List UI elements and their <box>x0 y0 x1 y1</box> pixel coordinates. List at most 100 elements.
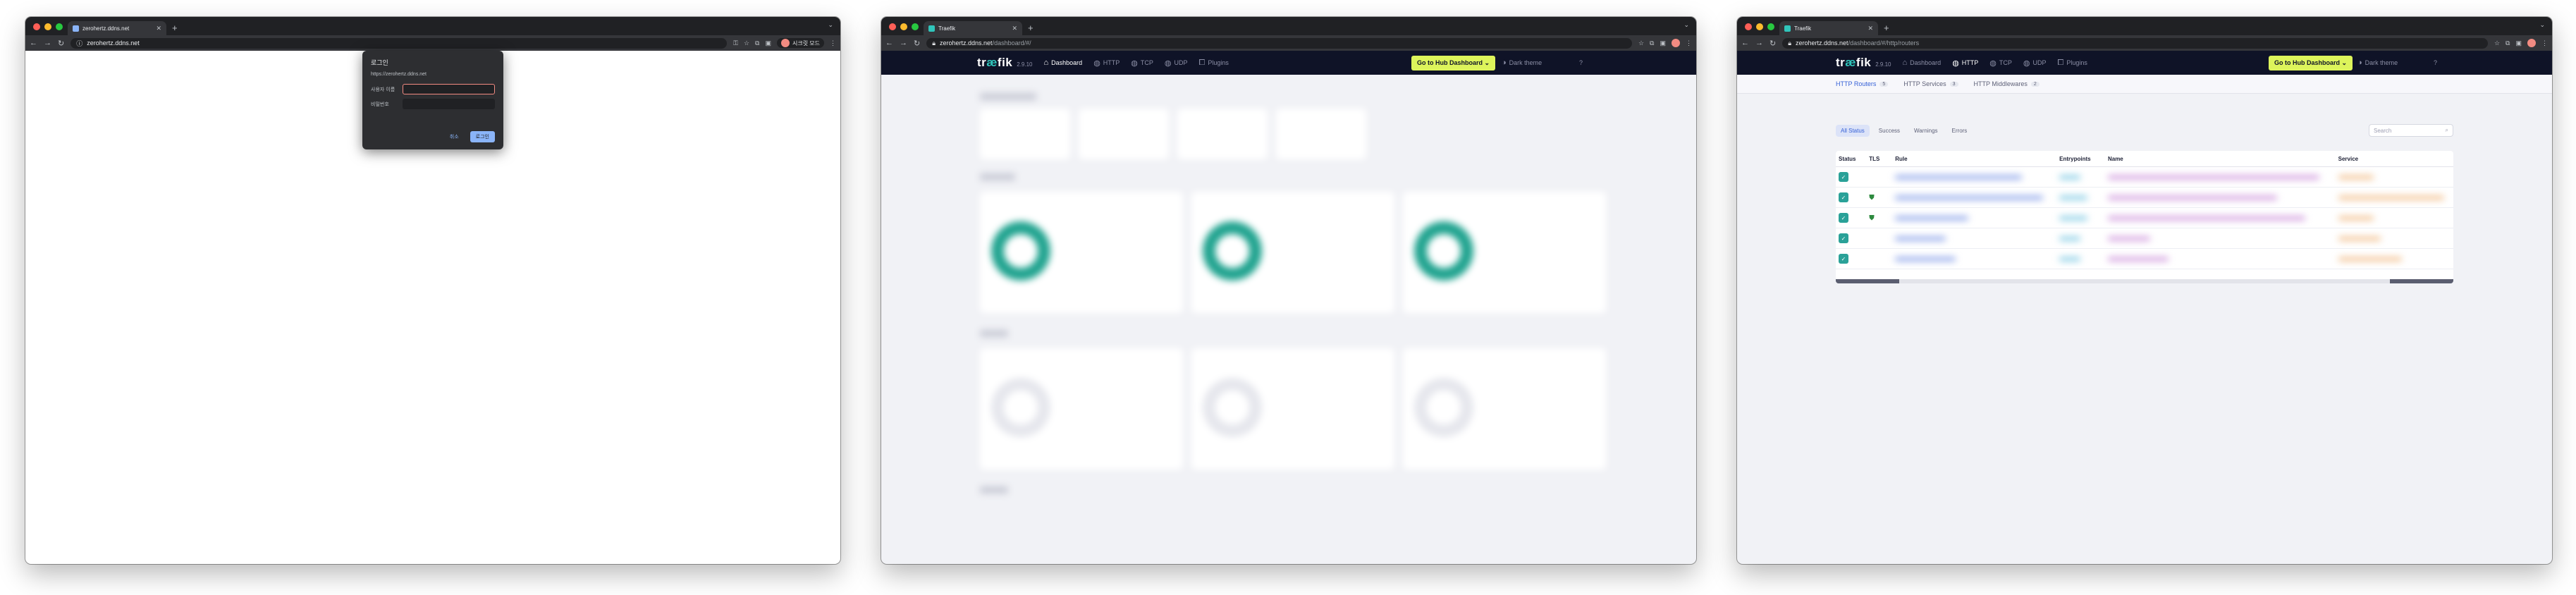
nav-http[interactable]: ◍ HTTP <box>1093 59 1120 68</box>
minimize-window-icon[interactable] <box>900 23 907 30</box>
table-row[interactable]: ✓ ⛊ <box>1836 207 2453 228</box>
cancel-button[interactable]: 취소 <box>444 131 465 142</box>
reload-icon[interactable]: ↻ <box>58 39 64 48</box>
theme-toggle[interactable]: ◑ Dark theme <box>2357 59 2398 67</box>
username-input[interactable] <box>403 84 495 94</box>
star-icon[interactable]: ☆ <box>744 39 749 47</box>
theme-toggle[interactable]: ◑ Dark theme <box>1502 59 1542 67</box>
chevron-down-icon[interactable]: ⌄ <box>828 21 833 29</box>
table-row[interactable]: ✓ ⛊ <box>1836 187 2453 208</box>
new-tab-icon[interactable]: + <box>1884 23 1889 33</box>
tab-http-middlewares[interactable]: HTTP Middlewares 2 <box>1974 80 2040 87</box>
nav-udp[interactable]: ◍ UDP <box>1165 59 1188 68</box>
subtab-label: HTTP Services <box>1903 80 1946 87</box>
extensions-icon[interactable]: ⧉ <box>2506 39 2510 47</box>
column-header[interactable]: TLS <box>1866 151 1893 167</box>
address-bar[interactable]: 🔒︎ zerohertz.ddns.net/dashboard/#/http/r… <box>1782 37 2488 49</box>
menu-icon[interactable]: ⋮ <box>1686 39 1692 47</box>
key-icon[interactable]: ⚿ <box>733 39 738 47</box>
avatar[interactable] <box>2527 39 2536 47</box>
scrollbar-thumb[interactable] <box>1836 279 1899 283</box>
forward-icon[interactable]: → <box>44 39 51 47</box>
close-tab-icon[interactable]: ✕ <box>156 25 161 32</box>
sidebar-icon[interactable]: ▣ <box>1660 39 1666 47</box>
hub-dashboard-button[interactable]: Go to Hub Dashboard ⌄ <box>1411 55 1496 70</box>
help-icon[interactable]: ? <box>2434 59 2437 66</box>
extensions-icon[interactable]: ⧉ <box>755 39 759 47</box>
table-row[interactable]: ✓ <box>1836 166 2453 188</box>
column-header[interactable]: Name <box>2104 151 2336 167</box>
close-tab-icon[interactable]: ✕ <box>1867 25 1873 32</box>
nav-tcp[interactable]: ◍ TCP <box>1989 59 2012 68</box>
tab-http-routers[interactable]: HTTP Routers 5 <box>1836 80 1889 87</box>
search-input[interactable]: Search ⌕ <box>2369 124 2453 137</box>
star-icon[interactable]: ☆ <box>1638 39 1644 47</box>
star-icon[interactable]: ☆ <box>2494 39 2500 47</box>
address-bar[interactable]: ⓘ zerohertz.ddns.net <box>70 37 728 49</box>
filter-success[interactable]: Success <box>1874 125 1905 137</box>
browser-tab[interactable]: Traefik ✕ <box>924 21 1022 35</box>
menu-icon[interactable]: ⋮ <box>830 39 836 47</box>
scrollbar-thumb[interactable] <box>2390 279 2453 283</box>
minimize-window-icon[interactable] <box>1756 23 1763 30</box>
nav-plugins[interactable]: ⧠ Plugins <box>1199 59 1229 68</box>
minimize-window-icon[interactable] <box>44 23 51 30</box>
close-window-icon[interactable] <box>33 23 40 30</box>
tab-http-services[interactable]: HTTP Services 3 <box>1903 80 1958 87</box>
table-row[interactable]: ✓ <box>1836 248 2453 269</box>
close-window-icon[interactable] <box>889 23 896 30</box>
lock-icon: 🔒︎ <box>1788 39 1792 47</box>
filter-warnings[interactable]: Warnings <box>1909 125 1943 137</box>
count-badge: 5 <box>1879 81 1889 87</box>
reload-icon[interactable]: ↻ <box>1770 39 1776 48</box>
nav-http[interactable]: ◍ HTTP <box>1952 59 1978 68</box>
horizontal-scrollbar[interactable] <box>1836 279 2453 283</box>
back-icon[interactable]: ← <box>30 39 37 47</box>
maximize-window-icon[interactable] <box>912 23 919 30</box>
browser-tab[interactable]: Traefik ✕ <box>1779 21 1878 35</box>
count-badge: 2 <box>2030 81 2040 87</box>
reload-icon[interactable]: ↻ <box>914 39 920 48</box>
forward-icon[interactable]: → <box>900 39 907 47</box>
close-window-icon[interactable] <box>1745 23 1752 30</box>
sidebar-icon[interactable]: ▣ <box>765 39 771 47</box>
column-header[interactable]: Service <box>2335 151 2453 167</box>
sidebar-icon[interactable]: ▣ <box>2515 39 2522 47</box>
column-header[interactable]: Rule <box>1892 151 2057 167</box>
new-tab-icon[interactable]: + <box>172 23 178 33</box>
donut-chart <box>1414 378 1473 437</box>
address-bar[interactable]: 🔒︎ zerohertz.ddns.net/dashboard/#/ <box>926 37 1632 49</box>
help-icon[interactable]: ? <box>1579 59 1583 66</box>
maximize-window-icon[interactable] <box>56 23 63 30</box>
forward-icon[interactable]: → <box>1755 39 1763 47</box>
filter-errors[interactable]: Errors <box>1947 125 1973 137</box>
entrypoint-card <box>1079 109 1169 159</box>
back-icon[interactable]: ← <box>1741 39 1749 47</box>
profile-button[interactable]: 시크릿 모드 <box>776 38 824 48</box>
maximize-window-icon[interactable] <box>1767 23 1774 30</box>
nav-plugins[interactable]: ⧠ Plugins <box>2058 59 2087 68</box>
column-header[interactable]: Entrypoints <box>2056 151 2105 167</box>
browser-tab[interactable]: zerohertz.ddns.net ✕ <box>68 21 166 35</box>
new-tab-icon[interactable]: + <box>1028 23 1034 33</box>
traefik-logo[interactable]: træfik 2.9.10 <box>1836 56 1891 70</box>
back-icon[interactable]: ← <box>885 39 893 47</box>
extensions-icon[interactable]: ⧉ <box>1650 39 1654 47</box>
nav-tcp[interactable]: ◍ TCP <box>1131 59 1153 68</box>
login-button[interactable]: 로그인 <box>470 131 495 142</box>
chevron-down-icon[interactable]: ⌄ <box>1683 21 1689 29</box>
menu-icon[interactable]: ⋮ <box>2541 39 2548 47</box>
window-controls <box>33 23 63 30</box>
table-row[interactable]: ✓ <box>1836 228 2453 249</box>
nav-dashboard[interactable]: ⌂ Dashboard <box>1903 59 1942 67</box>
hub-dashboard-button[interactable]: Go to Hub Dashboard ⌄ <box>2269 55 2353 70</box>
chevron-down-icon[interactable]: ⌄ <box>2539 21 2545 29</box>
nav-udp[interactable]: ◍ UDP <box>2023 59 2047 68</box>
traefik-logo[interactable]: træfik 2.9.10 <box>977 56 1033 70</box>
nav-dashboard[interactable]: ⌂ Dashboard <box>1044 59 1083 67</box>
password-input[interactable] <box>403 99 495 109</box>
filter-all-status[interactable]: All Status <box>1836 124 1870 137</box>
column-header[interactable]: Status <box>1836 151 1867 167</box>
close-tab-icon[interactable]: ✕ <box>1012 25 1017 32</box>
avatar[interactable] <box>1672 39 1680 47</box>
